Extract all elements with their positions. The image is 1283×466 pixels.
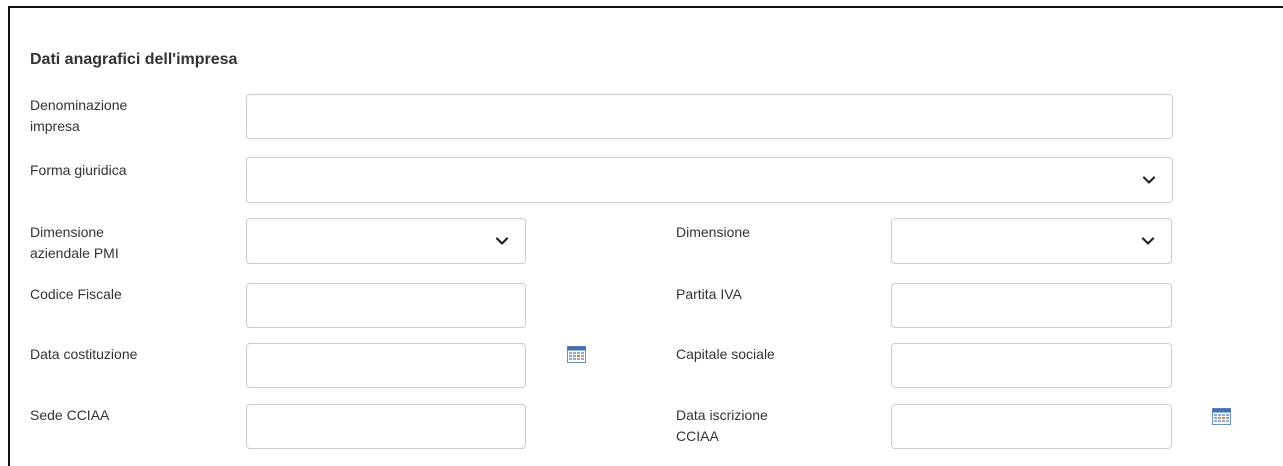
forma-giuridica-select[interactable]: [246, 157, 1173, 203]
partita-iva-input[interactable]: [891, 283, 1172, 328]
forma-giuridica-label: Forma giuridica: [30, 162, 127, 178]
codice-fiscale-label: Codice Fiscale: [30, 286, 122, 302]
dimensione-pmi-select[interactable]: [246, 218, 526, 264]
capitale-sociale-input[interactable]: [891, 343, 1172, 388]
chevron-down-icon: [1142, 176, 1156, 184]
data-iscrizione-label: Data iscrizione CCIAA: [676, 407, 768, 444]
dimensione-pmi-label: Dimensione aziendale PMI: [30, 224, 119, 261]
calendar-icon[interactable]: [567, 346, 586, 363]
sede-cciaa-label: Sede CCIAA: [30, 407, 110, 423]
data-costituzione-label: Data costituzione: [30, 346, 138, 362]
data-iscrizione-input[interactable]: [891, 404, 1172, 449]
codice-fiscale-input[interactable]: [246, 283, 526, 328]
sede-cciaa-input[interactable]: [246, 404, 526, 449]
chevron-down-icon: [1141, 237, 1155, 245]
capitale-sociale-label: Capitale sociale: [676, 346, 775, 362]
dimensione-select[interactable]: [891, 218, 1172, 264]
denominazione-label: Denominazione impresa: [30, 97, 128, 134]
calendar-icon[interactable]: [1212, 408, 1231, 425]
data-costituzione-input[interactable]: [246, 343, 526, 388]
dimensione-label: Dimensione: [676, 224, 750, 240]
chevron-down-icon: [495, 237, 509, 245]
section-title: Dati anagrafici dell'impresa: [30, 51, 238, 68]
partita-iva-label: Partita IVA: [676, 286, 742, 302]
denominazione-input[interactable]: [246, 94, 1173, 139]
